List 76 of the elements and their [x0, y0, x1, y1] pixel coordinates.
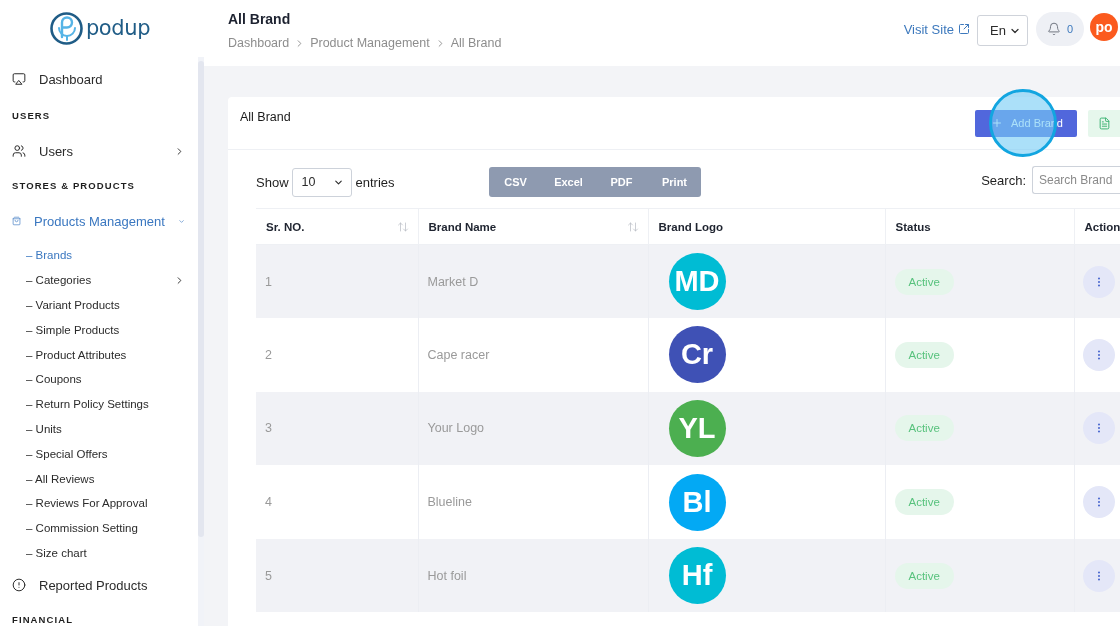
section-heading: STORES & PRODUCTS	[12, 180, 136, 192]
table-cell: 4	[256, 465, 418, 539]
entries-label: entries	[355, 174, 395, 190]
sub-nav-item[interactable]: – Units	[0, 416, 198, 442]
table-cell: Blueline	[418, 465, 648, 539]
sub-nav-item[interactable]: – Categories	[0, 267, 198, 293]
sub-nav-item[interactable]: – All Reviews	[0, 466, 198, 491]
section-heading: FINANCIAL	[12, 614, 74, 626]
page-title: All Brand	[228, 10, 291, 28]
table-cell: 3	[256, 391, 418, 466]
alert-circle-icon	[12, 578, 26, 593]
nav-item[interactable]: Users	[0, 133, 198, 169]
column-header[interactable]: Sr. NO.	[266, 220, 305, 233]
table-cell: 5	[256, 538, 418, 613]
plus-icon	[991, 117, 1003, 129]
column-header: Status	[895, 220, 931, 233]
more-actions-button[interactable]	[1082, 338, 1115, 371]
table-cell: 1	[256, 244, 418, 319]
nav-item[interactable]: Dashboard	[0, 59, 198, 99]
status-badge: Active	[894, 268, 954, 295]
sub-nav-item[interactable]: – Commission Setting	[0, 515, 198, 541]
notifications-button[interactable]: 0	[1036, 12, 1084, 46]
table-cell: Your Logo	[418, 391, 648, 466]
external-link-icon	[958, 23, 970, 35]
sub-nav-item[interactable]: – Simple Products	[0, 317, 198, 343]
table-cell: Market D	[418, 244, 648, 319]
more-actions-button[interactable]	[1082, 412, 1115, 445]
bag-icon	[12, 214, 22, 228]
breadcrumb-link[interactable]: Product Management	[310, 34, 430, 52]
language-select[interactable]: En	[977, 15, 1028, 46]
users-icon	[12, 144, 26, 158]
column-header: Brand Logo	[658, 220, 724, 233]
search-field[interactable]: Search Brand	[1032, 166, 1120, 194]
sub-nav-item[interactable]: – Coupons	[0, 367, 198, 392]
more-actions-button[interactable]	[1082, 265, 1115, 298]
document-icon	[1097, 116, 1111, 130]
card-title: All Brand	[240, 109, 291, 125]
show-label: Show	[256, 174, 289, 190]
document-button[interactable]	[1088, 109, 1120, 137]
sub-nav-item[interactable]: – Special Offers	[0, 441, 198, 467]
sub-nav-item[interactable]: – Size chart	[0, 540, 198, 566]
scrollbar[interactable]	[198, 57, 204, 626]
breadcrumb-current: All Brand	[450, 35, 502, 52]
status-badge: Active	[894, 341, 954, 368]
sub-nav-item[interactable]: – Product Attributes	[0, 342, 198, 367]
status-badge: Active	[894, 562, 954, 589]
table-cell: 2	[256, 318, 418, 392]
table-cell: Cape racer	[418, 318, 648, 392]
table-cell: Hot foil	[418, 538, 648, 613]
visit-site-link[interactable]: Visit Site	[903, 21, 970, 37]
logo-wordmark: podup	[85, 18, 151, 39]
status-badge: Active	[894, 489, 954, 516]
search-label: Search:	[981, 172, 1026, 188]
more-actions-button[interactable]	[1082, 486, 1115, 519]
monitor-icon	[12, 72, 26, 86]
logo-icon	[49, 12, 83, 45]
more-actions-button[interactable]	[1082, 559, 1115, 592]
brand-logo: MD	[668, 253, 726, 311]
brand-logo: Bl	[668, 473, 726, 531]
column-header[interactable]: Brand Name	[428, 220, 497, 233]
nav-item[interactable]: Reported Products	[0, 567, 198, 604]
sub-nav-item[interactable]: – Return Policy Settings	[0, 391, 198, 417]
sub-nav-item[interactable]: – Variant Products	[0, 292, 198, 318]
brand-logo: YL	[668, 400, 726, 457]
column-header: Action	[1084, 220, 1120, 233]
nav-item[interactable]: Products Management	[0, 203, 198, 239]
breadcrumb-link[interactable]: Dashboard	[228, 34, 290, 52]
section-heading: USERS	[12, 110, 51, 122]
sub-nav-item[interactable]: – Reviews For Approval	[0, 490, 198, 516]
status-badge: Active	[894, 415, 954, 442]
sub-nav-item[interactable]: – Brands	[0, 243, 198, 268]
bell-icon	[1046, 22, 1061, 36]
entries-select[interactable]: 10	[291, 167, 352, 197]
scrollbar-thumb[interactable]	[198, 61, 204, 537]
brand-logo: Cr	[668, 326, 726, 384]
brand-logo: Hf	[668, 547, 726, 605]
